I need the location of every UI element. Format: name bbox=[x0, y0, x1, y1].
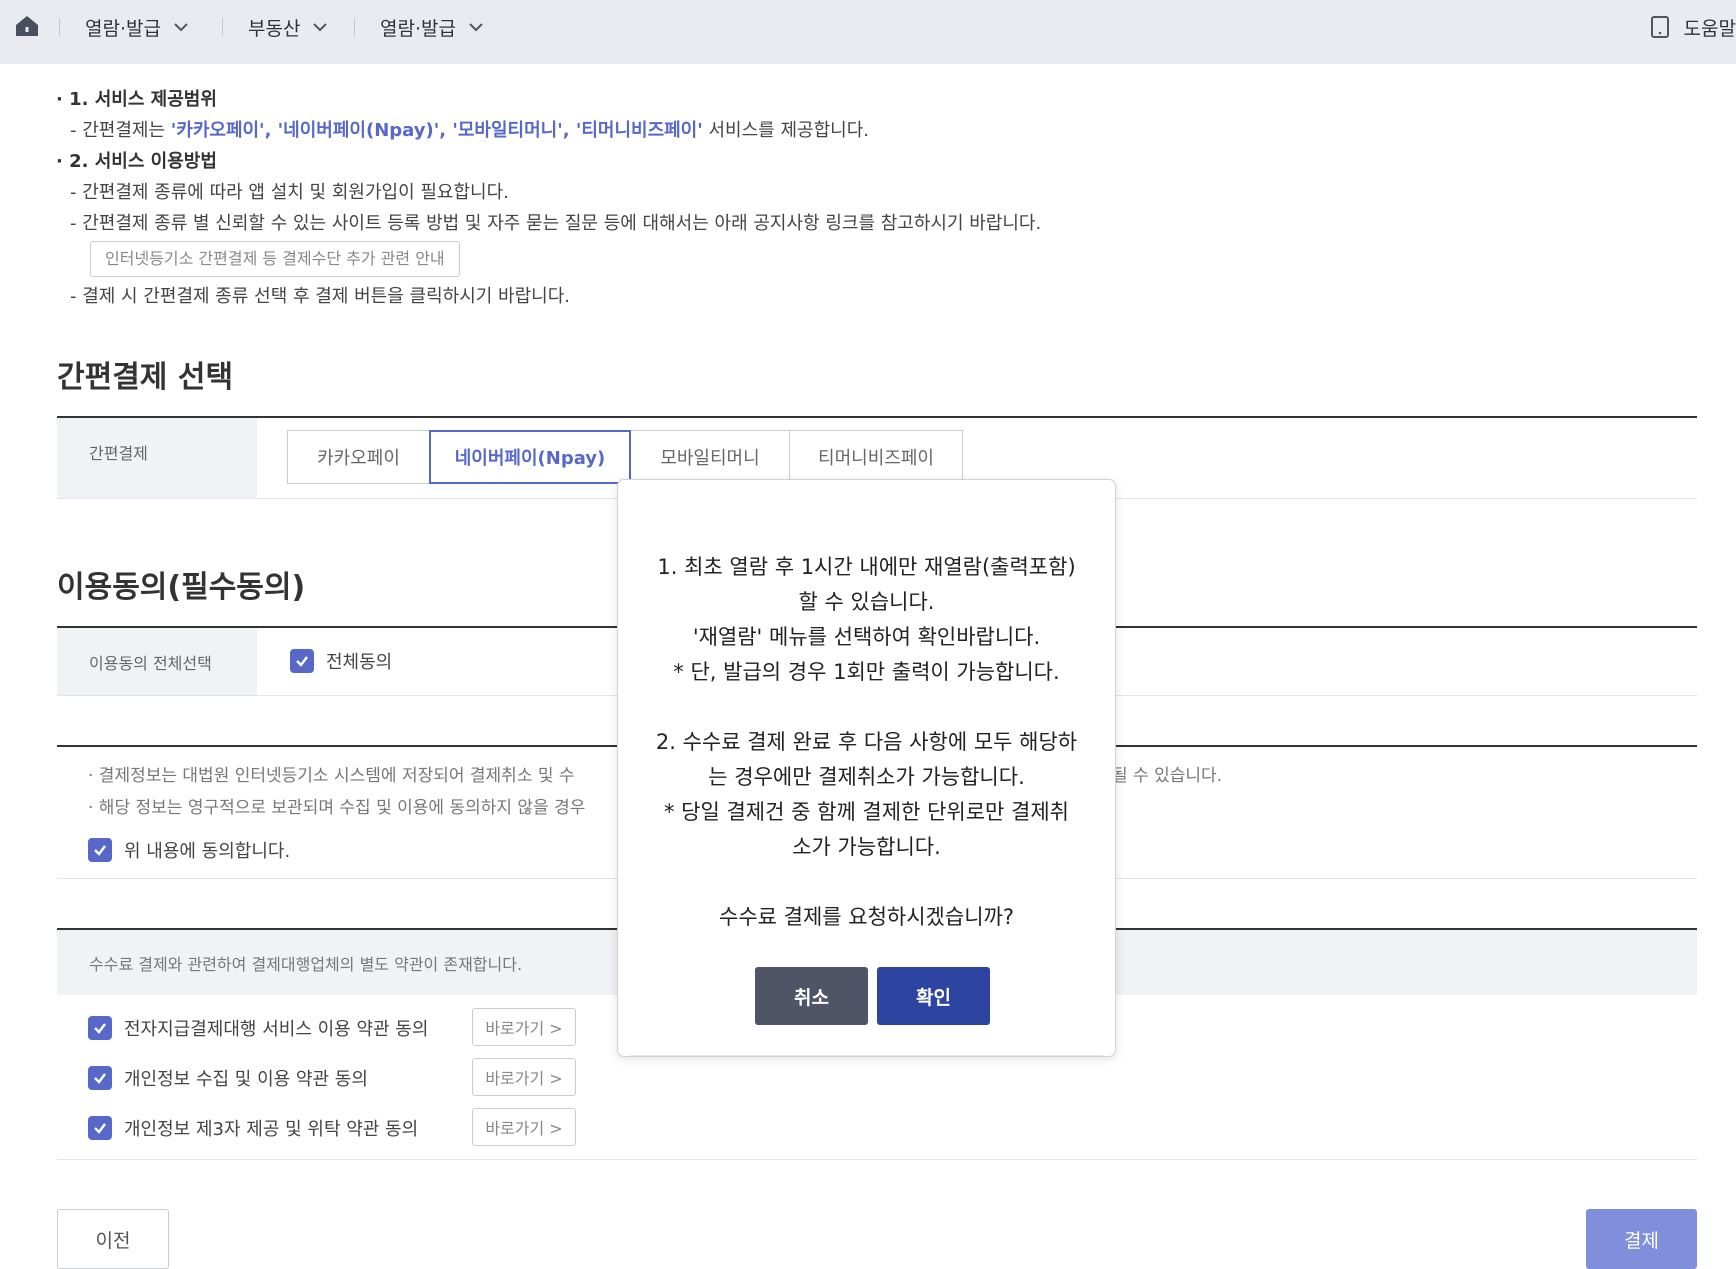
tab-naverpay[interactable]: 네이버페이(Npay) bbox=[429, 430, 631, 484]
nav-menu-real-estate[interactable]: 부동산 bbox=[248, 12, 328, 42]
scope-prefix: - 간편결제는 bbox=[70, 120, 171, 141]
chevron-down-icon bbox=[174, 23, 188, 32]
terms-3-goto-button[interactable]: 바로가기 > bbox=[472, 1108, 576, 1146]
row-divider bbox=[57, 1159, 1697, 1160]
nav-menu-view-issue[interactable]: 열람·발급 bbox=[85, 12, 189, 42]
chevron-down-icon bbox=[313, 23, 328, 32]
dialog-line: 2. 수수료 결제 완료 후 다음 사항에 모두 해당하 bbox=[655, 730, 1078, 754]
terms-row-1[interactable]: 전자지급결제대행 서비스 이용 약관 동의 bbox=[88, 1015, 428, 1041]
confirm-dialog: 1. 최초 열람 후 1시간 내에만 재열람(출력포함) 할 수 있습니다. '… bbox=[617, 479, 1116, 1057]
home-icon[interactable] bbox=[14, 14, 40, 38]
service-scope-title: · 1. 서비스 제공범위 bbox=[56, 89, 217, 110]
check-icon bbox=[94, 1123, 106, 1134]
terms-3-label: 개인정보 제3자 제공 및 위탁 약관 동의 bbox=[124, 1119, 419, 1140]
consent-all-label: 이용동의 전체선택 bbox=[57, 628, 257, 695]
easy-pay-section-title: 간편결제 선택 bbox=[57, 360, 234, 395]
terms-3-checkbox[interactable] bbox=[88, 1116, 112, 1140]
help-link[interactable]: 도움말 bbox=[1650, 12, 1736, 42]
consent-bullet-2: · 해당 정보는 영구적으로 보관되며 수집 및 이용에 동의하지 않을 경우 bbox=[88, 798, 586, 818]
nav-menu-label: 열람·발급 bbox=[380, 17, 456, 40]
usage-line-3: - 결제 시 간편결제 종류 선택 후 결제 버튼을 클릭하시기 바랍니다. bbox=[70, 286, 570, 307]
help-label: 도움말 bbox=[1683, 17, 1736, 40]
consent-bullet-1: · 결제정보는 대법원 인터넷등기소 시스템에 저장되어 결제취소 및 수 bbox=[88, 766, 575, 786]
agree-all-checkbox[interactable] bbox=[290, 649, 314, 673]
terms-1-goto-button[interactable]: 바로가기 > bbox=[472, 1008, 576, 1046]
top-nav-bar: 열람·발급 부동산 열람·발급 도움말 bbox=[0, 0, 1736, 64]
usage-line-2: - 간편결제 종류 별 신뢰할 수 있는 사이트 등록 방법 및 자주 묻는 질… bbox=[70, 213, 1042, 234]
dialog-confirm-button[interactable]: 확인 bbox=[877, 967, 990, 1025]
dialog-spacer bbox=[638, 865, 1095, 900]
terms-1-checkbox[interactable] bbox=[88, 1016, 112, 1040]
tab-mobile-tmoney[interactable]: 모바일티머니 bbox=[630, 430, 790, 484]
agree-all-row[interactable]: 전체동의 bbox=[290, 648, 392, 674]
nav-menu-label: 열람·발급 bbox=[85, 17, 161, 40]
consent-section-title: 이용동의(필수동의) bbox=[57, 570, 306, 605]
pay-button[interactable]: 결제 bbox=[1586, 1209, 1697, 1269]
dialog-message: 1. 최초 열람 후 1시간 내에만 재열람(출력포함) 할 수 있습니다. '… bbox=[638, 550, 1095, 935]
terms-2-checkbox[interactable] bbox=[88, 1066, 112, 1090]
service-info: · 1. 서비스 제공범위 - 간편결제는 '카카오페이', '네이버페이(Np… bbox=[56, 84, 1656, 312]
nav-menu-view-issue-2[interactable]: 열람·발급 bbox=[380, 12, 484, 42]
service-scope-line: - 간편결제는 '카카오페이', '네이버페이(Npay)', '모바일티머니'… bbox=[56, 115, 1656, 146]
check-icon bbox=[94, 1073, 106, 1084]
easy-pay-label: 간편결제 bbox=[57, 418, 257, 498]
prev-button[interactable]: 이전 bbox=[57, 1209, 169, 1269]
nav-divider bbox=[59, 18, 60, 36]
section-divider bbox=[57, 416, 1697, 418]
check-icon bbox=[296, 656, 308, 667]
terms-2-label: 개인정보 수집 및 이용 약관 동의 bbox=[124, 1069, 368, 1090]
consent-bullets: · 결제정보는 대법원 인터넷등기소 시스템에 저장되어 결제취소 및 수 · … bbox=[88, 760, 585, 824]
dialog-line: 는 경우에만 결제취소가 가능합니다. bbox=[708, 765, 1025, 789]
nav-divider bbox=[354, 18, 355, 36]
payment-page: 열람·발급 부동산 열람·발급 도움말 · 1. 서비스 제공범위 - 간편결제… bbox=[0, 0, 1736, 1269]
service-usage-title: · 2. 서비스 이용방법 bbox=[56, 151, 217, 172]
dialog-line: * 당일 결제건 중 함께 결제한 단위로만 결제취 bbox=[664, 800, 1069, 824]
terms-row-3[interactable]: 개인정보 제3자 제공 및 위탁 약관 동의 bbox=[88, 1115, 418, 1141]
dialog-bottom-line bbox=[630, 1055, 1103, 1056]
tab-kakaopay[interactable]: 카카오페이 bbox=[287, 430, 430, 484]
tab-tmoney-bizpay[interactable]: 티머니비즈페이 bbox=[789, 430, 963, 484]
agree-above-row[interactable]: 위 내용에 동의합니다. bbox=[88, 837, 290, 863]
terms-1-label: 전자지급결제대행 서비스 이용 약관 동의 bbox=[124, 1019, 429, 1040]
nav-menu-label: 부동산 bbox=[248, 17, 301, 40]
notice-link-button[interactable]: 인터넷등기소 간편결제 등 결제수단 추가 관련 안내 bbox=[90, 241, 460, 277]
dialog-line: 할 수 있습니다. bbox=[798, 590, 935, 614]
supported-pay-list: '카카오페이', '네이버페이(Npay)', '모바일티머니', '티머니비즈… bbox=[170, 120, 703, 141]
dialog-line: 1. 최초 열람 후 1시간 내에만 재열람(출력포함) bbox=[657, 555, 1076, 579]
dialog-line: '재열람' 메뉴를 선택하여 확인바랍니다. bbox=[692, 625, 1041, 649]
agree-all-text: 전체동의 bbox=[326, 652, 393, 673]
easy-pay-tabs: 카카오페이 네이버페이(Npay) 모바일티머니 티머니비즈페이 bbox=[287, 430, 963, 484]
dialog-line: * 단, 발급의 경우 1회만 출력이 가능합니다. bbox=[673, 660, 1060, 684]
nav-divider bbox=[222, 18, 223, 36]
terms-2-goto-button[interactable]: 바로가기 > bbox=[472, 1058, 576, 1096]
check-icon bbox=[94, 845, 106, 856]
dialog-cancel-button[interactable]: 취소 bbox=[755, 967, 868, 1025]
terms-row-2[interactable]: 개인정보 수집 및 이용 약관 동의 bbox=[88, 1065, 368, 1091]
scope-suffix: 서비스를 제공합니다. bbox=[702, 120, 869, 141]
usage-line-1: - 간편결제 종류에 따라 앱 설치 및 회원가입이 필요합니다. bbox=[70, 182, 509, 203]
help-book-icon bbox=[1650, 16, 1669, 38]
agree-above-checkbox[interactable] bbox=[88, 838, 112, 862]
consent-bullet-1-tail: 될 수 있습니다. bbox=[1112, 766, 1223, 786]
chevron-down-icon bbox=[469, 23, 483, 32]
dialog-line: 소가 가능합니다. bbox=[792, 835, 941, 859]
agree-above-text: 위 내용에 동의합니다. bbox=[124, 841, 291, 862]
check-icon bbox=[94, 1023, 106, 1034]
dialog-spacer bbox=[638, 690, 1095, 725]
dialog-question: 수수료 결제를 요청하시겠습니까? bbox=[719, 905, 1014, 929]
